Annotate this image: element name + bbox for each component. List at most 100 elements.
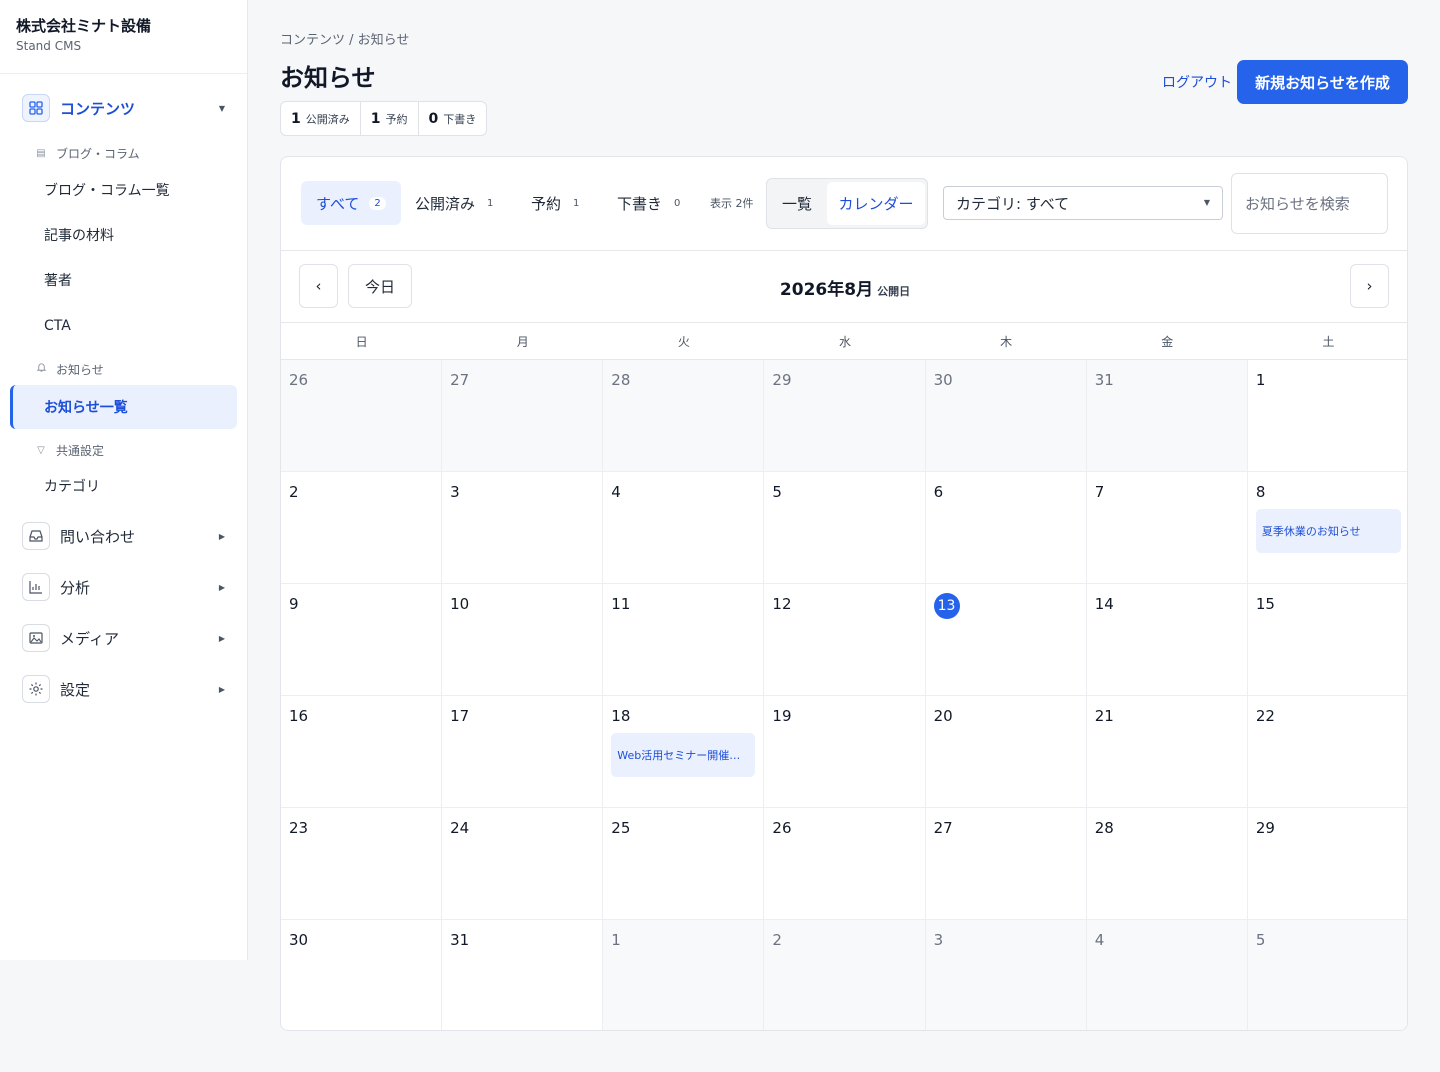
calendar-day-cell[interactable]: 31 <box>1086 360 1248 472</box>
brand: 株式会社ミナト設備 Stand CMS <box>0 0 247 74</box>
calendar-day-cell[interactable]: 29 <box>1247 808 1407 920</box>
calendar-day-cell[interactable]: 31 <box>442 920 604 1030</box>
calendar-day-cell[interactable]: 9 <box>281 584 443 696</box>
calendar-nav: ‹ 今日 2026年8月 公開日 › <box>281 251 1407 323</box>
calendar-day-cell[interactable]: 26 <box>281 360 443 472</box>
subhead-news: お知らせ <box>34 361 104 377</box>
calendar-day-cell[interactable]: 3 <box>442 472 604 584</box>
day-number: 18 <box>611 707 631 725</box>
calendar-day-cell[interactable]: 1 <box>603 920 765 1030</box>
calendar-day-cell[interactable]: 5 <box>764 472 926 584</box>
calendar-day-cell[interactable]: 2 <box>281 472 443 584</box>
calendar-day-cell[interactable]: 12 <box>764 584 926 696</box>
view-list-button[interactable]: 一覧 <box>767 179 827 228</box>
sidebar-item-cta[interactable]: CTA <box>44 316 71 336</box>
day-number: 23 <box>289 819 309 837</box>
weekday-label: 土 <box>1322 335 1335 349</box>
calendar-day-cell[interactable]: 21 <box>1086 696 1248 808</box>
day-number: 16 <box>289 707 309 725</box>
today-date: 13 <box>933 593 960 619</box>
tab-published[interactable]: 公開済み 1 <box>415 181 493 225</box>
day-number: 29 <box>1255 819 1275 837</box>
nav-group-contents[interactable]: コンテンツ ▼ <box>22 94 228 122</box>
calendar-day-cell[interactable]: 30 <box>925 360 1087 472</box>
calendar-day-cell[interactable]: 10 <box>442 584 604 696</box>
calendar-day-cell[interactable]: 15 <box>1247 584 1407 696</box>
calendar-day-cell[interactable]: 1 <box>1247 360 1407 472</box>
tab-count: 0 <box>674 197 681 209</box>
nav-group-media[interactable]: メディア ▶ <box>22 624 228 652</box>
view-calendar-button[interactable]: カレンダー <box>827 182 925 225</box>
sidebar-item-blog-list[interactable]: ブログ・コラム一覧 <box>44 181 170 201</box>
calendar-day-cell[interactable]: 8 夏季休業のお知らせ <box>1247 472 1407 584</box>
calendar-day-cell[interactable]: 17 <box>442 696 604 808</box>
create-news-button[interactable]: 新規お知らせを作成 <box>1237 60 1408 104</box>
tab-draft[interactable]: 下書き 0 <box>617 181 680 225</box>
stat-label: 下書き <box>443 112 477 126</box>
calendar-day-cell[interactable]: 13 <box>925 584 1087 696</box>
calendar-day-cell[interactable]: 27 <box>925 808 1087 920</box>
calendar-day-cell[interactable]: 27 <box>442 360 604 472</box>
day-number: 12 <box>772 595 792 613</box>
calendar-day-cell[interactable]: 16 <box>281 696 443 808</box>
calendar-event[interactable]: Web活用セミナー開催… <box>611 733 756 777</box>
weekday-label: 火 <box>677 335 690 349</box>
tab-all[interactable]: すべて 2 <box>301 181 401 225</box>
calendar-day-cell[interactable]: 22 <box>1247 696 1407 808</box>
sidebar-item-category[interactable]: カテゴリ <box>44 477 100 497</box>
calendar-day-cell[interactable]: 30 <box>281 920 443 1030</box>
calendar-day-cell[interactable]: 11 <box>603 584 765 696</box>
calendar-day-cell[interactable]: 7 <box>1086 472 1248 584</box>
tab-label: 公開済み <box>415 194 476 213</box>
day-number: 2 <box>772 931 782 949</box>
calendar-day-cell[interactable]: 6 <box>925 472 1087 584</box>
calendar-day-cell[interactable]: 25 <box>603 808 765 920</box>
logout-link[interactable]: ログアウト <box>1162 72 1232 92</box>
calendar-day-cell[interactable]: 23 <box>281 808 443 920</box>
calendar-day-cell[interactable]: 28 <box>603 360 765 472</box>
stat-count: 1 <box>291 110 301 127</box>
nav-group-analytics[interactable]: 分析 ▶ <box>22 573 228 601</box>
result-count: 表示 2件 <box>710 197 754 210</box>
nav-group-settings[interactable]: 設定 ▶ <box>22 675 228 703</box>
weekday-label: 月 <box>516 335 529 349</box>
calendar-day-cell[interactable]: 19 <box>764 696 926 808</box>
calendar-grid: 26 27 28 29 30 31 1 2 3 4 5 6 7 8 夏季休業のお知らせ 9 10 11 12 13 14… <box>281 360 1407 1030</box>
subhead-label: ブログ・コラム <box>56 146 140 161</box>
inbox-icon <box>22 522 50 550</box>
sidebar-item-materials[interactable]: 記事の材料 <box>44 226 114 246</box>
day-number: 3 <box>933 931 944 949</box>
day-number: 3 <box>450 483 460 501</box>
nav-label: 設定 <box>60 680 91 699</box>
calendar-day-cell[interactable]: 26 <box>764 808 926 920</box>
calendar-day-cell[interactable]: 4 <box>1086 920 1248 1030</box>
chevron-down-icon: ▼ <box>218 103 226 113</box>
filter-toolbar: すべて 2 公開済み 1 予約 1 下書き 0 表示 2件 一覧 カレンダー カ… <box>281 157 1407 251</box>
category-select[interactable]: カテゴリ: すべて ▼ <box>943 186 1223 220</box>
nav-label: メディア <box>60 629 119 648</box>
subhead-blog: ▤ ブログ・コラム <box>34 145 140 161</box>
stat-label: 公開済み <box>305 112 350 126</box>
breadcrumb: コンテンツ / お知らせ <box>280 33 410 48</box>
tab-scheduled[interactable]: 予約 1 <box>531 181 579 225</box>
calendar-day-cell[interactable]: 2 <box>764 920 926 1030</box>
calendar-day-cell[interactable]: 28 <box>1086 808 1248 920</box>
sidebar-item-authors[interactable]: 著者 <box>44 271 72 291</box>
calendar-day-cell[interactable]: 5 <box>1247 920 1407 1030</box>
calendar-day-cell[interactable]: 29 <box>764 360 926 472</box>
calendar-day-cell[interactable]: 20 <box>925 696 1087 808</box>
next-month-button[interactable]: › <box>1350 264 1389 308</box>
tab-count: 1 <box>487 197 494 209</box>
document-icon: ▤ <box>36 147 46 159</box>
calendar-day-cell[interactable]: 14 <box>1086 584 1248 696</box>
calendar-day-cell[interactable]: 18 Web活用セミナー開催… <box>603 696 765 808</box>
calendar-day-cell[interactable]: 24 <box>442 808 604 920</box>
calendar-event[interactable]: 夏季休業のお知らせ <box>1255 509 1401 553</box>
day-number: 17 <box>450 707 470 725</box>
calendar-day-cell[interactable]: 4 <box>603 472 765 584</box>
day-number: 26 <box>772 819 792 837</box>
search-input[interactable]: お知らせを検索 <box>1231 173 1388 234</box>
nav-group-inquiries[interactable]: 問い合わせ ▶ <box>22 522 228 550</box>
calendar-day-cell[interactable]: 3 <box>925 920 1087 1030</box>
sidebar-item-news-list[interactable]: お知らせ一覧 <box>10 385 237 429</box>
